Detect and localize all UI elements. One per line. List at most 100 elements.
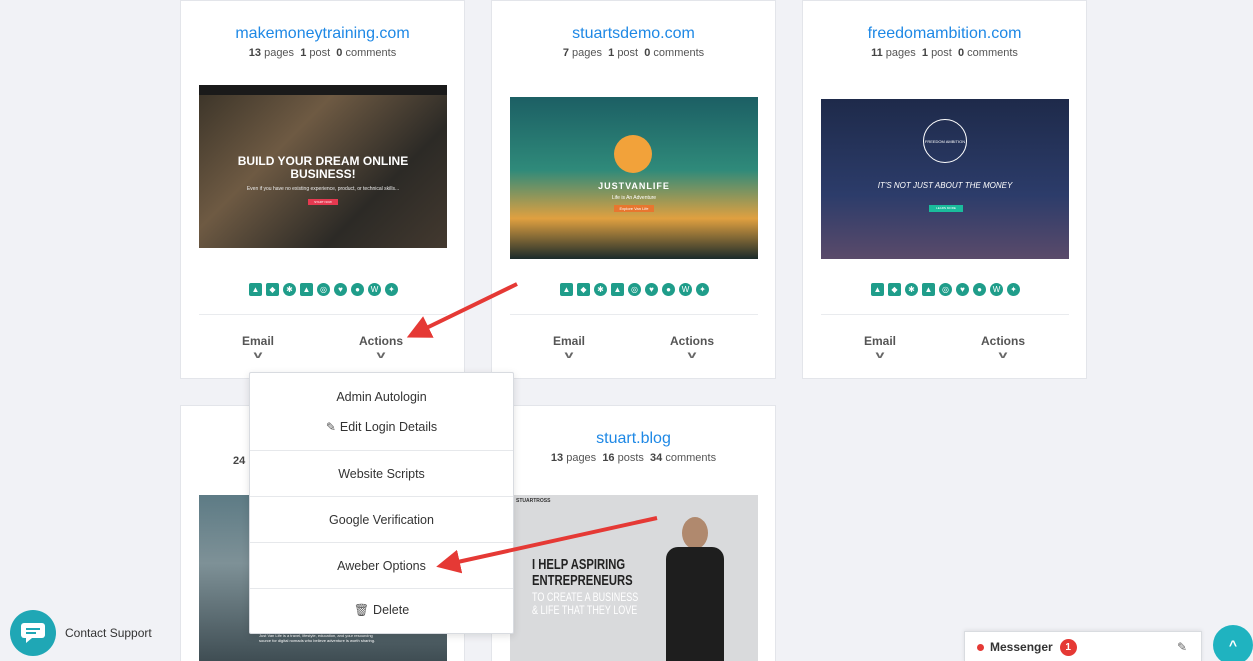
site-stats: 24 [233, 455, 246, 467]
email-button[interactable]: Email v [213, 334, 303, 361]
edit-icon: ✎ [325, 420, 336, 434]
messenger-label: Messenger [990, 640, 1053, 654]
site-screenshot[interactable]: BUILD YOUR DREAM ONLINE BUSINESS! Even i… [199, 85, 447, 248]
chevron-down-icon: v [687, 350, 697, 361]
heartbeat-icon[interactable]: ♥ [956, 283, 969, 296]
status-icons: ▲ ◆ ✱ ▲ ◎ ♥ ● W ✦ [181, 283, 466, 296]
heartbeat-icon[interactable]: ♥ [645, 283, 658, 296]
warning-icon[interactable]: ▲ [249, 283, 262, 296]
status-icons: ▲ ◆ ✱ ▲ ◎ ♥ ● W ✦ [803, 283, 1088, 296]
actions-button[interactable]: Actions v [647, 334, 737, 361]
edit-login-details-item[interactable]: ✎ Edit Login Details [250, 420, 513, 434]
preview-cta: START NOW [308, 199, 338, 205]
target-icon[interactable]: ◎ [939, 283, 952, 296]
actions-button[interactable]: Actions v [958, 334, 1048, 361]
compose-icon[interactable]: ✎ [1177, 640, 1187, 654]
wordpress-icon[interactable]: W [679, 283, 692, 296]
shield-icon[interactable]: ◆ [266, 283, 279, 296]
site-stats: 11 pages 1 post 0 comments [871, 47, 1018, 59]
site-title-link[interactable]: freedomambition.com [803, 25, 1086, 43]
alert-icon[interactable]: ▲ [611, 283, 624, 296]
target-icon[interactable]: ◎ [628, 283, 641, 296]
preview-headline: IT'S NOT JUST ABOUT THE MONEY [877, 181, 1013, 190]
online-status-icon [977, 643, 984, 651]
alert-icon[interactable]: ▲ [300, 283, 313, 296]
preview-logo [614, 135, 652, 173]
site-screenshot[interactable]: FREEDOM AMBITION IT'S NOT JUST ABOUT THE… [821, 85, 1069, 271]
preview-brand: STUARTROSS [516, 498, 551, 504]
messenger-bar[interactable]: Messenger 1 ✎ [964, 631, 1202, 661]
globe-icon[interactable]: ● [351, 283, 364, 296]
divider [821, 314, 1069, 315]
bug-icon[interactable]: ✱ [283, 283, 296, 296]
site-title-link[interactable]: stuartsdemo.com [492, 25, 775, 43]
aweber-options-item[interactable]: Aweber Options [250, 559, 513, 573]
accessibility-icon[interactable]: ✦ [1007, 283, 1020, 296]
actions-button[interactable]: Actions v [336, 334, 426, 361]
delete-item[interactable]: 🗑 Delete [250, 603, 513, 617]
unread-badge: 1 [1059, 638, 1077, 656]
status-icons: ▲ ◆ ✱ ▲ ◎ ♥ ● W ✦ [492, 283, 777, 296]
warning-icon[interactable]: ▲ [560, 283, 573, 296]
accessibility-icon[interactable]: ✦ [696, 283, 709, 296]
chevron-down-icon: v [376, 350, 386, 361]
email-button[interactable]: Email v [524, 334, 614, 361]
preview-person-image [660, 517, 730, 661]
site-card-makemoneytraining: makemoneytraining.com 13 pages 1 post 0 … [180, 0, 465, 379]
preview-sub-2: & LIFE THAT THEY LOVE [532, 603, 638, 617]
target-icon[interactable]: ◎ [317, 283, 330, 296]
preview-sub: Even if you have no existing experience,… [246, 186, 400, 192]
actions-dropdown-menu: Admin Autologin ✎ Edit Login Details Webs… [249, 372, 514, 634]
preview-headline: JUSTVANLIFE [598, 181, 670, 191]
preview-cta: Explore Van Life [614, 205, 654, 212]
contact-support-widget[interactable]: Contact Support [10, 610, 152, 656]
site-stats: 13 pages 1 post 0 comments [248, 47, 397, 59]
dropdown-group-delete: 🗑 Delete [250, 589, 513, 633]
shield-icon[interactable]: ◆ [888, 283, 901, 296]
chevron-down-icon: v [998, 350, 1008, 361]
site-stats: 13 pages 16 posts 34 comments [550, 452, 717, 464]
site-card-stuartsdemo: stuartsdemo.com 7 pages 1 post 0 comment… [491, 0, 776, 379]
wordpress-icon[interactable]: W [990, 283, 1003, 296]
dropdown-group-google: Google Verification [250, 497, 513, 543]
dropdown-group-login: Admin Autologin ✎ Edit Login Details [250, 373, 513, 451]
dropdown-group-aweber: Aweber Options [250, 543, 513, 589]
edit-login-label: Edit Login Details [339, 420, 438, 434]
preview-sub: Life is An Adventure [611, 195, 657, 201]
shield-icon[interactable]: ◆ [577, 283, 590, 296]
site-title-link[interactable]: makemoneytraining.com [181, 25, 464, 43]
chevron-up-icon: ^ [1228, 637, 1238, 653]
admin-autologin-item[interactable]: Admin Autologin [250, 390, 513, 404]
google-verification-item[interactable]: Google Verification [250, 513, 513, 527]
wordpress-icon[interactable]: W [368, 283, 381, 296]
website-scripts-item[interactable]: Website Scripts [250, 467, 513, 481]
site-screenshot[interactable]: STUARTROSS I HELP ASPIRING ENTREPRENEURS… [510, 495, 758, 661]
scroll-to-top-button[interactable]: ^ [1213, 625, 1253, 661]
divider [199, 314, 447, 315]
divider [510, 314, 758, 315]
site-screenshot[interactable]: JUSTVANLIFE Life is An Adventure Explore… [510, 85, 758, 271]
preview-headline: BUILD YOUR DREAM ONLINE BUSINESS! [237, 154, 409, 181]
globe-icon[interactable]: ● [973, 283, 986, 296]
accessibility-icon[interactable]: ✦ [385, 283, 398, 296]
site-card-freedomambition: freedomambition.com 11 pages 1 post 0 co… [802, 0, 1087, 379]
preview-logo: FREEDOM AMBITION [923, 119, 967, 163]
heartbeat-icon[interactable]: ♥ [334, 283, 347, 296]
preview-cta: LEARN MORE [929, 205, 963, 212]
globe-icon[interactable]: ● [662, 283, 675, 296]
chat-icon[interactable] [10, 610, 56, 656]
preview-sub: Just Van Life is a travel, lifestyle, ed… [259, 633, 376, 643]
bug-icon[interactable]: ✱ [594, 283, 607, 296]
alert-icon[interactable]: ▲ [922, 283, 935, 296]
preview-headline-2: ENTREPRENEURS [532, 572, 633, 589]
site-title-link[interactable]: stuart.blog [492, 430, 775, 448]
dropdown-group-scripts: Website Scripts [250, 451, 513, 497]
email-button[interactable]: Email v [835, 334, 925, 361]
bug-icon[interactable]: ✱ [905, 283, 918, 296]
site-card-stuart-blog: stuart.blog 13 pages 16 posts 34 comment… [491, 405, 776, 661]
trash-icon: 🗑 [353, 603, 370, 617]
warning-icon[interactable]: ▲ [871, 283, 884, 296]
preview-headline-1: I HELP ASPIRING [532, 556, 626, 573]
site-stats: 7 pages 1 post 0 comments [562, 47, 705, 59]
contact-support-label[interactable]: Contact Support [65, 626, 152, 640]
